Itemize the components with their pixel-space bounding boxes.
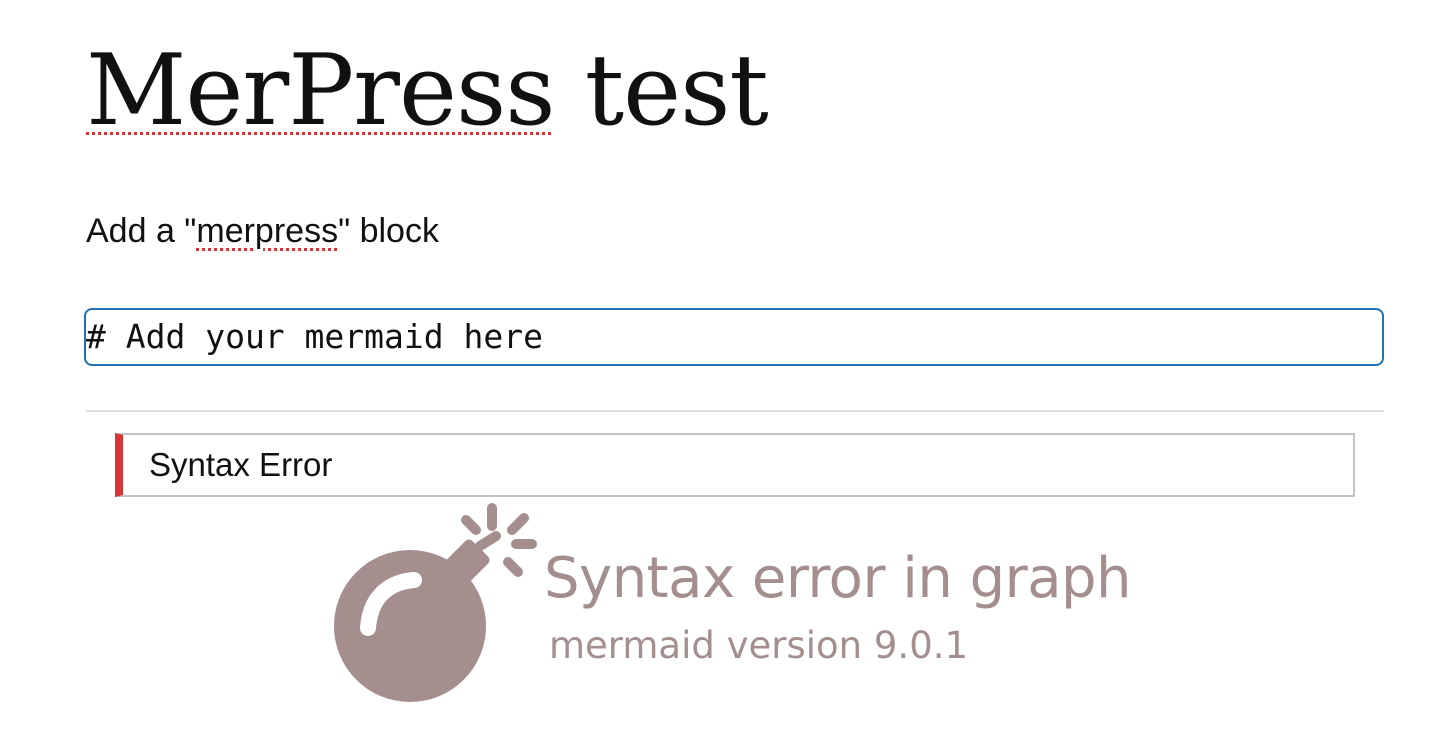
- notice-text: Syntax Error: [149, 446, 333, 483]
- post-title-rest: test: [554, 34, 769, 148]
- error-version: mermaid version 9.0.1: [549, 624, 969, 667]
- bomb-icon: [334, 503, 537, 702]
- error-title: Syntax error in graph: [544, 546, 1132, 611]
- post-title[interactable]: MerPress test: [86, 37, 769, 146]
- editor-canvas: MerPress test Add a "merpress" block # A…: [0, 0, 1440, 738]
- syntax-error-notice: Syntax Error: [115, 433, 1355, 497]
- separator: [86, 410, 1384, 412]
- mermaid-code-input[interactable]: # Add your mermaid here: [84, 308, 1384, 366]
- post-title-word-misspelled: MerPress: [86, 34, 556, 148]
- paragraph-suffix: " block: [338, 212, 439, 250]
- paragraph-keyword-misspelled: merpress: [196, 212, 339, 250]
- mermaid-error-graphic: Syntax error in graph mermaid version 9.…: [330, 500, 1132, 710]
- paragraph-prefix: Add a ": [86, 212, 197, 250]
- paragraph-block[interactable]: Add a "merpress" block: [86, 212, 439, 251]
